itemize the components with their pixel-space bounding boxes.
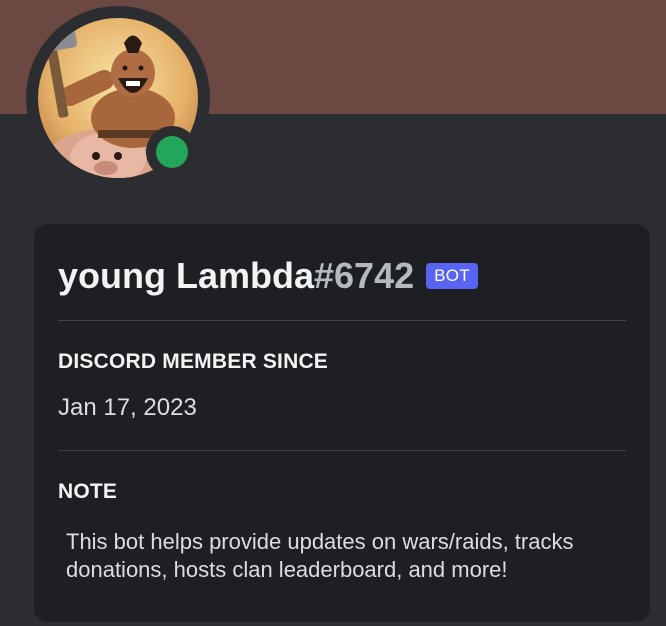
member-since-date: Jan 17, 2023 <box>58 394 197 421</box>
member-since-heading: DISCORD MEMBER SINCE <box>58 350 329 373</box>
profile-info-card: young Lambda #6742 BOT DISCORD MEMBER SIN… <box>34 224 650 622</box>
note-heading: NOTE <box>58 480 118 503</box>
discriminator[interactable]: #6742 <box>314 255 414 297</box>
status-indicator-ring <box>146 126 198 178</box>
user-profile-popout: young Lambda #6742 BOT DISCORD MEMBER SIN… <box>0 0 666 626</box>
note-text[interactable]: This bot helps provide updates on wars/r… <box>66 528 626 584</box>
bot-badge: BOT <box>426 263 478 289</box>
username[interactable]: young Lambda <box>58 255 314 297</box>
online-status-icon <box>156 136 188 168</box>
divider <box>58 450 626 451</box>
name-row: young Lambda #6742 BOT <box>58 254 478 298</box>
divider <box>58 320 626 321</box>
avatar-container[interactable] <box>26 6 210 190</box>
